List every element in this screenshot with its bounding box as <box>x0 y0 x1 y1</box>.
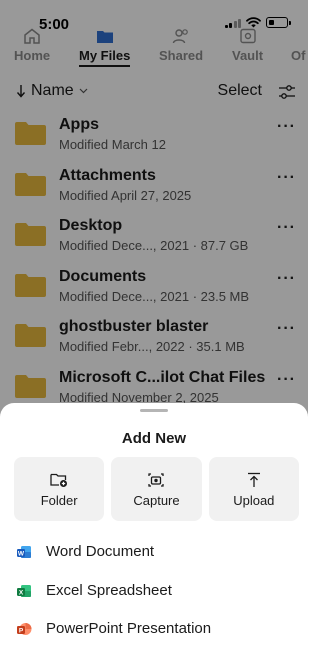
app-screen: 5:00 Home My Files Shared Vault Of Name … <box>0 0 308 672</box>
capture-label: Capture <box>133 493 180 508</box>
excel-spreadsheet-label: Excel Spreadsheet <box>46 581 172 599</box>
svg-text:X: X <box>19 589 24 596</box>
new-folder-label: Folder <box>40 493 78 508</box>
new-excel-spreadsheet-item[interactable]: X Excel Spreadsheet <box>0 576 308 615</box>
capture-button[interactable]: Capture <box>111 457 202 521</box>
quick-actions: Folder Capture Upload <box>14 457 299 521</box>
word-icon: W <box>17 546 31 558</box>
sheet-title: Add New <box>121 430 187 447</box>
powerpoint-icon: P <box>17 623 32 635</box>
word-document-label: Word Document <box>46 543 155 560</box>
powerpoint-presentation-label: PowerPoint Presentation <box>46 620 212 637</box>
upload-button[interactable]: Upload <box>208 457 299 521</box>
new-powerpoint-presentation-item[interactable]: P PowerPoint Presentation <box>0 614 308 653</box>
camera-icon <box>148 473 165 487</box>
svg-text:P: P <box>19 628 24 635</box>
create-document-list: W Word Document X Excel Spreadsheet P Po… <box>0 537 308 653</box>
new-folder-icon <box>50 473 68 487</box>
add-new-sheet: Add New Folder Capture Upload W Word Doc… <box>0 403 308 672</box>
excel-icon: X <box>17 584 31 597</box>
svg-text:W: W <box>18 551 25 558</box>
upload-icon <box>247 472 260 487</box>
sheet-grabber[interactable] <box>140 409 168 412</box>
new-word-document-item[interactable]: W Word Document <box>0 537 308 576</box>
upload-label: Upload <box>233 493 275 508</box>
new-folder-button[interactable]: Folder <box>14 457 105 521</box>
